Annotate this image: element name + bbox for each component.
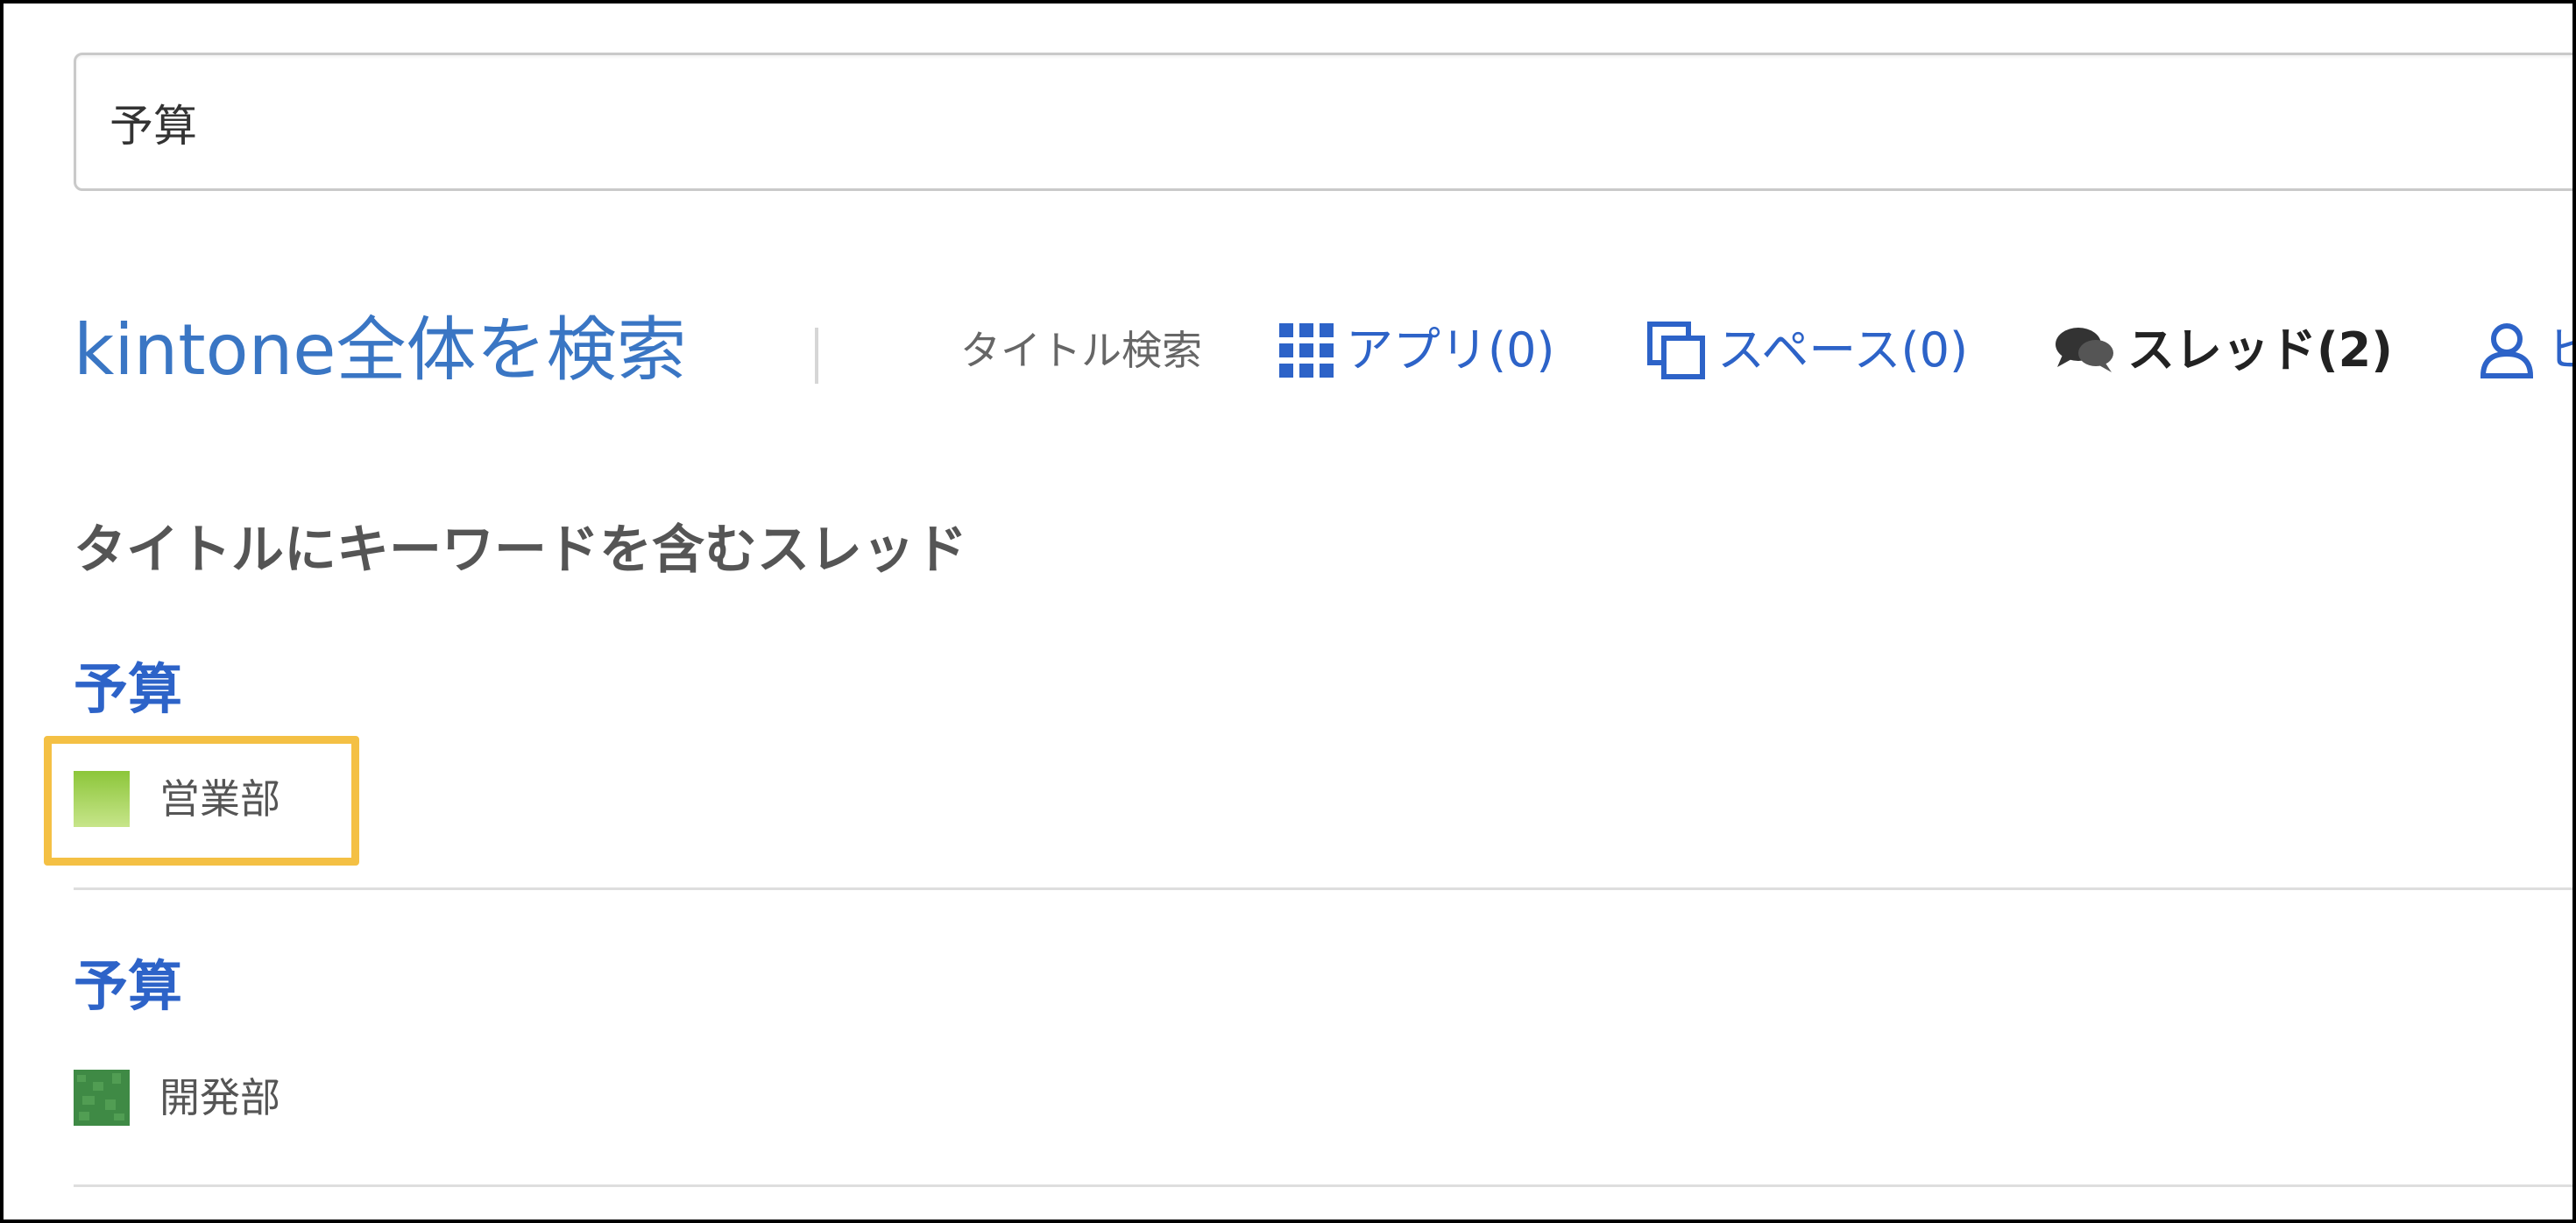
tab-people[interactable]: ヒ — [2480, 315, 2572, 385]
highlight-box — [44, 736, 359, 866]
tab-people-label: ヒ — [2546, 315, 2572, 385]
result-divider — [74, 1184, 2572, 1187]
speech-bubbles-icon — [2054, 325, 2115, 376]
tab-apps[interactable]: アプリ(0) — [1279, 315, 1555, 385]
user-icon — [2480, 322, 2534, 378]
section-heading: タイトルにキーワードを含むスレッド — [74, 520, 967, 581]
search-input[interactable] — [108, 55, 2565, 190]
result-thread-title[interactable]: 予算 — [74, 654, 182, 725]
tab-spaces-label: スペース(0) — [1717, 322, 1969, 378]
space-color-icon — [74, 1070, 130, 1126]
tab-threads-label: スレッド(2) — [2127, 322, 2393, 378]
search-scope-title: kintone全体を検索 — [74, 309, 687, 391]
tab-title-search[interactable]: タイトル検索 — [960, 324, 1202, 377]
window-frame: kintone全体を検索 タイトル検索 アプリ(0) スペース(0) — [0, 0, 2576, 1223]
result-space[interactable]: 開発部 — [74, 1070, 280, 1126]
search-box[interactable] — [74, 53, 2572, 191]
tab-threads[interactable]: スレッド(2) — [2054, 315, 2393, 385]
stacked-squares-icon — [1647, 322, 1705, 379]
result-thread-title[interactable]: 予算 — [74, 951, 182, 1022]
grid-icon — [1279, 323, 1334, 378]
tab-apps-label: アプリ(0) — [1346, 322, 1555, 378]
header-divider — [815, 328, 818, 384]
result-divider — [74, 887, 2572, 890]
space-name: 開発部 — [159, 1074, 280, 1121]
tab-spaces[interactable]: スペース(0) — [1647, 315, 1968, 385]
